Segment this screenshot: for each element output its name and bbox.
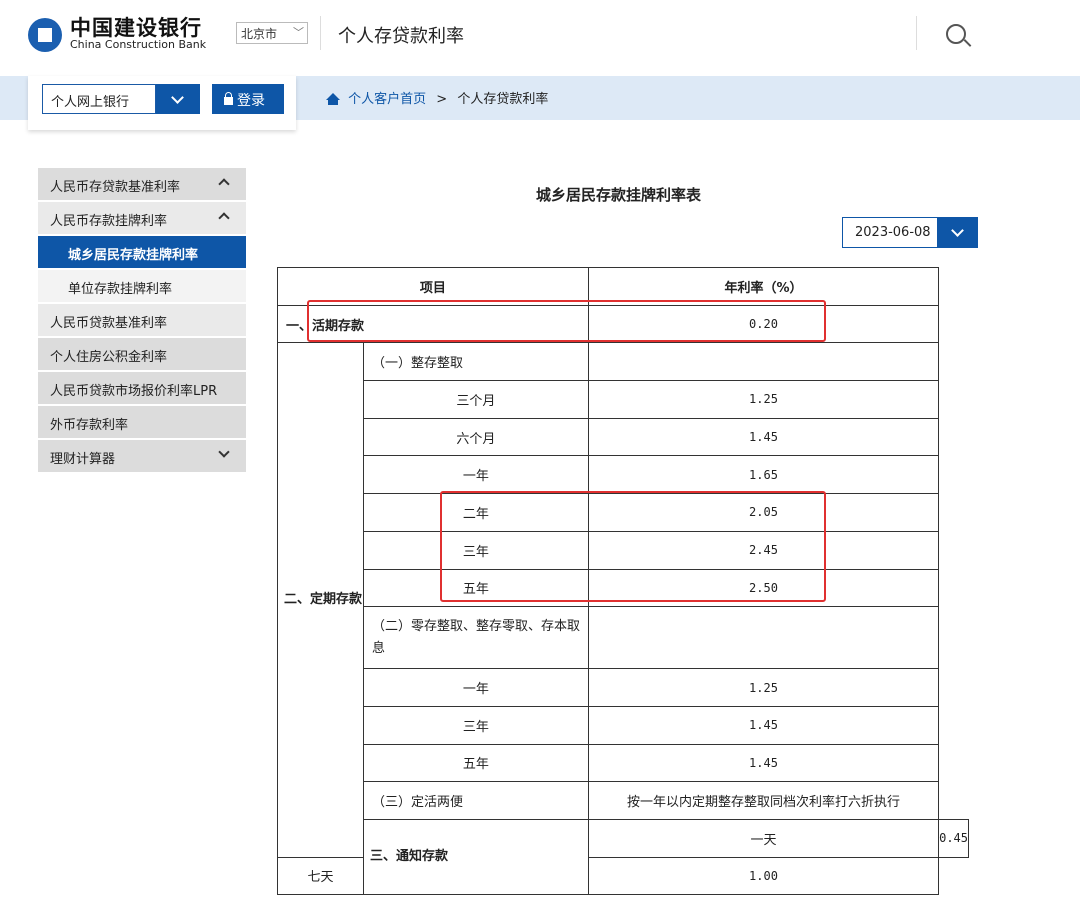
sidebar-item-label: 个人住房公积金利率 [50, 350, 168, 365]
table-row: （三）定活两便 按一年以内定期整存整取同档次利率打六折执行 [278, 781, 969, 820]
breadcrumb-current: 个人存贷款利率 [457, 92, 549, 107]
notice-deposit-label: 三、通知存款 [362, 818, 589, 896]
rate-cell: 1.45 [587, 743, 940, 783]
date-select[interactable]: 2023-06-08 [842, 217, 938, 248]
city-select[interactable]: 北京市 ﹀ [236, 22, 308, 44]
breadcrumb-separator: > [436, 92, 448, 107]
ccb-logo-icon[interactable] [28, 18, 62, 52]
page-title: 个人存贷款利率 [338, 26, 464, 47]
term-cell: 一年 [362, 668, 589, 707]
empty-cell [587, 606, 940, 670]
table-row: 三个月 1.25 [278, 380, 969, 419]
flexible-deposit-rate: 按一年以内定期整存整取同档次利率打六折执行 [587, 781, 940, 820]
term-cell: 五年 [362, 743, 589, 783]
rate-cell: 0.45 [938, 818, 969, 858]
login-panel: 个人网上银行 登录 [28, 76, 296, 130]
term-cell: 三个月 [362, 380, 589, 419]
highlight-box-demand [307, 300, 826, 342]
lock-icon [224, 92, 233, 105]
highlight-box-fixed [440, 491, 826, 602]
sidebar-item-rmb-loan-rate[interactable]: 人民币贷款基准利率 [38, 304, 246, 336]
chevron-down-icon: ﹀ [293, 26, 304, 39]
search-icon[interactable] [946, 24, 966, 44]
sidebar-item-label: 人民币贷款市场报价利率LPR [50, 384, 218, 399]
sidebar-item-label: 外币存款利率 [50, 418, 129, 433]
rate-cell: 1.25 [587, 380, 940, 419]
chevron-down-icon [218, 446, 230, 458]
sidebar-item-corporate-deposit-rate[interactable]: 单位存款挂牌利率 [38, 270, 246, 302]
installment-deposit-label: （二）零存整取、整存零取、存本取息 [362, 606, 589, 670]
term-cell: 一年 [362, 455, 589, 495]
home-icon[interactable] [326, 93, 340, 105]
bank-type-select[interactable]: 个人网上银行 [42, 84, 156, 114]
login-button[interactable]: 登录 [212, 84, 284, 114]
term-cell: 六个月 [362, 417, 589, 457]
city-value: 北京市 [241, 27, 278, 41]
sidebar-item-lpr[interactable]: 人民币贷款市场报价利率LPR [38, 372, 246, 404]
table-row: 三、通知存款 一天 0.45 [278, 818, 969, 896]
rate-cell: 1.25 [587, 668, 940, 707]
fixed-deposit-label: 二、定期存款 [277, 342, 364, 858]
table-row: 五年 1.45 [278, 743, 969, 783]
table-row: 一年 1.65 [278, 455, 969, 495]
divider [916, 16, 917, 50]
sidebar-item-rmb-deposit-rate[interactable]: 人民币存款挂牌利率 [38, 202, 246, 234]
sidebar-item-label: 人民币存贷款基准利率 [50, 180, 181, 195]
bank-name-en: China Construction Bank [70, 38, 207, 51]
empty-cell [587, 342, 940, 382]
table-row: 一年 1.25 [278, 668, 969, 707]
table-row: 六个月 1.45 [278, 417, 969, 457]
whole-deposit-label: （一）整存整取 [362, 342, 589, 382]
date-dropdown-button[interactable] [938, 217, 978, 248]
sidebar-item-label: 人民币存款挂牌利率 [50, 214, 168, 229]
sidebar-item-resident-deposit-rate[interactable]: 城乡居民存款挂牌利率 [38, 236, 246, 268]
term-cell: 一天 [587, 818, 940, 858]
top-header: 中国建设银行 China Construction Bank 北京市 ﹀ 个人存… [0, 0, 1080, 75]
table-row: 二、定期存款 （一）整存整取 [277, 342, 969, 858]
breadcrumb: 个人客户首页 > 个人存贷款利率 [326, 88, 548, 107]
term-cell: 七天 [277, 856, 364, 896]
rate-cell: 1.45 [587, 705, 940, 745]
bank-type-dropdown-button[interactable] [156, 84, 200, 114]
sidebar-item-calculator[interactable]: 理财计算器 [38, 440, 246, 472]
flexible-deposit-label: （三）定活两便 [362, 781, 589, 820]
sidebar-item-label: 人民币贷款基准利率 [50, 316, 168, 331]
term-cell: 三年 [362, 705, 589, 745]
table-title: 城乡居民存款挂牌利率表 [536, 186, 702, 204]
rate-cell: 1.45 [587, 417, 940, 457]
table-row: （二）零存整取、整存零取、存本取息 [278, 606, 969, 670]
table-row: 三年 1.45 [278, 705, 969, 745]
breadcrumb-home-link[interactable]: 个人客户首页 [348, 92, 426, 107]
sidebar: 人民币存贷款基准利率 人民币存款挂牌利率 城乡居民存款挂牌利率 单位存款挂牌利率… [38, 168, 246, 474]
chevron-up-icon [218, 212, 230, 224]
rate-cell: 1.65 [587, 455, 940, 495]
sidebar-item-housing-fund-rate[interactable]: 个人住房公积金利率 [38, 338, 246, 370]
rate-cell: 1.00 [587, 856, 940, 896]
sidebar-item-label: 城乡居民存款挂牌利率 [68, 248, 199, 263]
sidebar-item-label: 单位存款挂牌利率 [68, 282, 173, 297]
chevron-up-icon [218, 178, 230, 190]
sidebar-item-rmb-base-rate[interactable]: 人民币存贷款基准利率 [38, 168, 246, 200]
divider [320, 16, 321, 50]
login-label: 登录 [237, 93, 265, 109]
sidebar-item-foreign-deposit-rate[interactable]: 外币存款利率 [38, 406, 246, 438]
sidebar-item-label: 理财计算器 [50, 452, 116, 467]
